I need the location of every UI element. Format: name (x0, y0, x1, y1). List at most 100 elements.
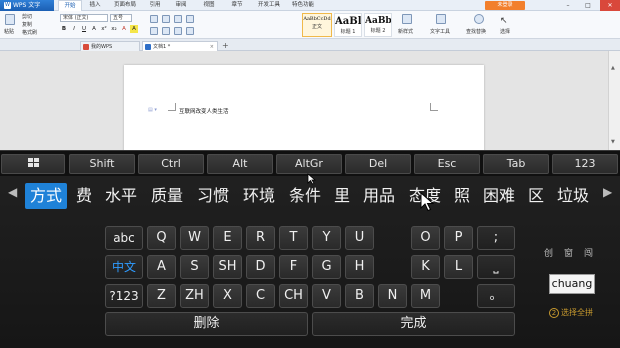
tab-view[interactable]: 视图 (198, 0, 220, 11)
key-d[interactable]: D (246, 255, 275, 279)
style-normal[interactable]: AaBbCcDd 正文 (302, 13, 332, 37)
key-m[interactable]: M (411, 284, 440, 308)
escape-key[interactable]: Esc (414, 154, 480, 174)
paragraph-handle-icon[interactable]: ▤ ▾ (148, 107, 157, 113)
candidates-prev-icon[interactable]: ◀ (8, 185, 17, 199)
numbering-icon[interactable] (162, 15, 170, 23)
done-button[interactable]: 完成 (312, 312, 515, 336)
candidate-item[interactable]: 环境 (238, 183, 280, 209)
key-t[interactable]: T (279, 226, 308, 250)
key-g[interactable]: G (312, 255, 341, 279)
format-painter-button[interactable]: 格式刷 (22, 29, 37, 36)
key-s[interactable]: S (180, 255, 209, 279)
tab-review[interactable]: 审阅 (170, 0, 192, 11)
tab-document-1[interactable]: 文档1 * × (142, 41, 218, 51)
tab-chapters[interactable]: 章节 (226, 0, 248, 11)
candidate-item[interactable]: 水平 (100, 183, 142, 209)
new-tab-icon[interactable]: + (222, 41, 229, 51)
key-x[interactable]: X (213, 284, 242, 308)
candidate-item[interactable]: 里 (330, 183, 354, 209)
key-u[interactable]: U (345, 226, 374, 250)
key-semicolon[interactable]: ; (477, 226, 515, 250)
windows-key[interactable] (1, 154, 65, 174)
maximize-button[interactable]: □ (580, 0, 596, 11)
side-candidate[interactable]: 窗 (564, 246, 573, 259)
key-o[interactable]: O (411, 226, 440, 250)
side-candidate[interactable]: 闯 (584, 246, 593, 259)
tab-my-wps[interactable]: 我的WPS (80, 41, 140, 51)
candidate-item[interactable]: 用品 (358, 183, 400, 209)
side-candidate[interactable]: 创 (544, 246, 553, 259)
key-zh[interactable]: ZH (180, 284, 209, 308)
key-b[interactable]: B (345, 284, 374, 308)
font-size-combo[interactable]: 五号 (110, 14, 132, 22)
cut-button[interactable]: 剪切 (22, 13, 32, 20)
copy-button[interactable]: 复制 (22, 21, 32, 28)
select-cursor-icon[interactable]: ↖ (500, 16, 508, 26)
line-spacing-icon[interactable] (186, 15, 194, 23)
italic-button[interactable]: I (70, 25, 78, 33)
key-k[interactable]: K (411, 255, 440, 279)
candidate-item[interactable]: 条件 (284, 183, 326, 209)
minimize-button[interactable]: – (560, 0, 576, 11)
alt-key[interactable]: Alt (207, 154, 273, 174)
candidate-item[interactable]: 费 (72, 183, 96, 209)
candidate-item[interactable]: 习惯 (192, 183, 234, 209)
indent-icon[interactable] (174, 15, 182, 23)
numeric-mode-key[interactable]: 123 (552, 154, 618, 174)
key-period[interactable]: 。 (477, 284, 515, 308)
key-q[interactable]: Q (147, 226, 176, 250)
align-center-icon[interactable] (162, 27, 170, 35)
candidate-item[interactable]: 区 (524, 183, 548, 209)
key-a[interactable]: A (147, 255, 176, 279)
scroll-up-icon[interactable]: ▲ (611, 65, 615, 71)
underline-button[interactable]: U (80, 25, 88, 33)
scroll-down-icon[interactable]: ▼ (611, 139, 615, 145)
tab-developer[interactable]: 开发工具 (254, 0, 284, 11)
key-v[interactable]: V (312, 284, 341, 308)
key-f[interactable]: F (279, 255, 308, 279)
candidate-selected[interactable]: 方式 (25, 183, 67, 209)
align-right-icon[interactable] (174, 27, 182, 35)
close-window-button[interactable]: ✕ (600, 0, 620, 11)
key-p[interactable]: P (444, 226, 473, 250)
superscript-button[interactable]: x² (100, 25, 108, 33)
key-r[interactable]: R (246, 226, 275, 250)
tab-key[interactable]: Tab (483, 154, 549, 174)
tab-special-features[interactable]: 特色功能 (288, 0, 318, 11)
space-key[interactable]: ⎵ (477, 255, 515, 279)
bullets-icon[interactable] (150, 15, 158, 23)
tab-references[interactable]: 引用 (144, 0, 166, 11)
new-style-icon[interactable] (402, 14, 412, 24)
new-style-button[interactable]: 新样式 (398, 28, 413, 35)
candidate-item[interactable]: 垃圾 (552, 183, 594, 209)
align-left-icon[interactable] (150, 27, 158, 35)
wps-app-menu-button[interactable]: W WPS 文字 (0, 0, 54, 11)
document-page[interactable]: ▤ ▾ 互联网改变人类生活 (124, 65, 484, 155)
strikethrough-button[interactable]: A (90, 25, 98, 33)
font-name-combo[interactable]: 宋体 (正文) (60, 14, 108, 22)
candidate-item[interactable]: 照 (450, 183, 474, 209)
bold-button[interactable]: B (60, 25, 68, 33)
abc-mode-key[interactable]: abc (105, 226, 143, 250)
highlight-button[interactable]: A (130, 25, 138, 33)
symbols-mode-key[interactable]: ?123 (105, 284, 143, 308)
tab-insert[interactable]: 插入 (84, 0, 106, 11)
candidate-item[interactable]: 质量 (146, 183, 188, 209)
candidate-item[interactable]: 困难 (478, 183, 520, 209)
login-button[interactable]: 未登录 (485, 1, 525, 10)
key-c[interactable]: C (246, 284, 275, 308)
key-y[interactable]: Y (312, 226, 341, 250)
key-e[interactable]: E (213, 226, 242, 250)
text-tools-button[interactable]: 文字工具 (430, 28, 450, 35)
key-n[interactable]: N (378, 284, 407, 308)
paste-label[interactable]: 粘贴 (4, 28, 14, 35)
text-tools-icon[interactable] (436, 14, 446, 24)
key-l[interactable]: L (444, 255, 473, 279)
pinyin-composition[interactable]: chuang (549, 274, 595, 294)
key-ch[interactable]: CH (279, 284, 308, 308)
subscript-button[interactable]: x₂ (110, 25, 118, 33)
key-z[interactable]: Z (147, 284, 176, 308)
key-w[interactable]: W (180, 226, 209, 250)
delete-key[interactable]: Del (345, 154, 411, 174)
